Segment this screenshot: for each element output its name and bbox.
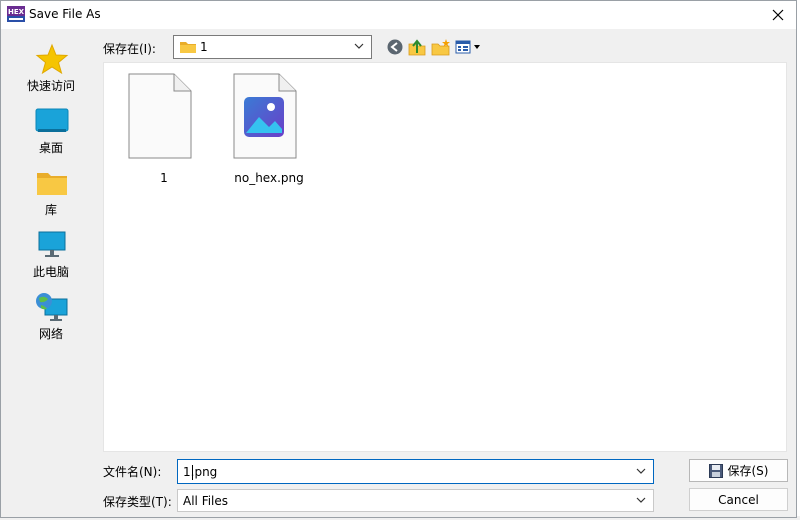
file-item[interactable]: no_hex.png <box>233 73 305 189</box>
save-in-dropdown[interactable]: 1 <box>173 35 372 59</box>
cancel-button[interactable]: Cancel <box>689 488 788 511</box>
file-item[interactable]: 1 <box>128 73 200 189</box>
save-button-label: 保存(S) <box>727 464 769 478</box>
save-file-dialog: HEX Save File As 快速访问 桌面 库 此电脑 网络 保存在(I)… <box>0 0 797 518</box>
chevron-down-icon <box>636 497 646 503</box>
cancel-button-label: Cancel <box>718 492 759 507</box>
place-network[interactable]: 网络 <box>7 287 95 345</box>
places-bar: 快速访问 桌面 库 此电脑 网络 <box>7 33 95 515</box>
chevron-down-icon <box>354 43 364 49</box>
view-menu-icon[interactable] <box>455 38 483 56</box>
this-pc-icon <box>38 231 66 257</box>
network-icon <box>36 293 68 321</box>
file-name-label: 文件名(N): <box>103 465 162 479</box>
place-this-pc[interactable]: 此电脑 <box>7 225 95 283</box>
chevron-down-icon[interactable] <box>635 465 647 477</box>
up-folder-icon[interactable] <box>407 38 427 56</box>
file-name: no_hex.png <box>234 171 304 185</box>
place-library[interactable]: 库 <box>7 163 95 221</box>
window-title: Save File As <box>29 7 101 21</box>
save-in-label: 保存在(I): <box>103 42 156 56</box>
library-folder-icon <box>37 173 67 195</box>
file-name-field[interactable]: 1.png <box>177 459 654 484</box>
folder-icon <box>180 42 196 53</box>
file-name-value: 1.png <box>183 465 218 479</box>
save-in-value: 1 <box>200 40 208 54</box>
file-type-value: All Files <box>183 494 229 508</box>
file-type-dropdown[interactable]: All Files <box>177 489 654 512</box>
back-icon[interactable] <box>385 38 405 56</box>
place-quick-access[interactable]: 快速访问 <box>7 39 95 97</box>
close-icon <box>772 9 784 21</box>
place-label: 库 <box>44 203 57 217</box>
desktop-icon <box>35 108 69 132</box>
file-name: 1 <box>160 171 168 185</box>
title-bar: HEX Save File As <box>1 1 796 29</box>
save-button[interactable]: 保存(S) <box>689 459 788 482</box>
file-list[interactable]: 1 no_hex.png <box>103 62 787 452</box>
blank-file-icon <box>128 73 192 159</box>
new-folder-icon[interactable] <box>431 38 451 56</box>
file-type-label: 保存类型(T): <box>103 495 172 509</box>
place-label: 网络 <box>38 327 63 341</box>
text-caret <box>192 465 193 480</box>
hex-editor-logo-icon: HEX <box>7 5 25 23</box>
place-label: 此电脑 <box>32 265 69 279</box>
svg-text:HEX: HEX <box>8 8 25 16</box>
close-button[interactable] <box>766 4 790 26</box>
image-file-icon <box>233 73 297 159</box>
star-icon <box>35 43 69 75</box>
place-label: 桌面 <box>38 141 63 155</box>
place-label: 快速访问 <box>26 79 75 93</box>
floppy-disk-icon <box>708 463 723 478</box>
place-desktop[interactable]: 桌面 <box>7 101 95 159</box>
